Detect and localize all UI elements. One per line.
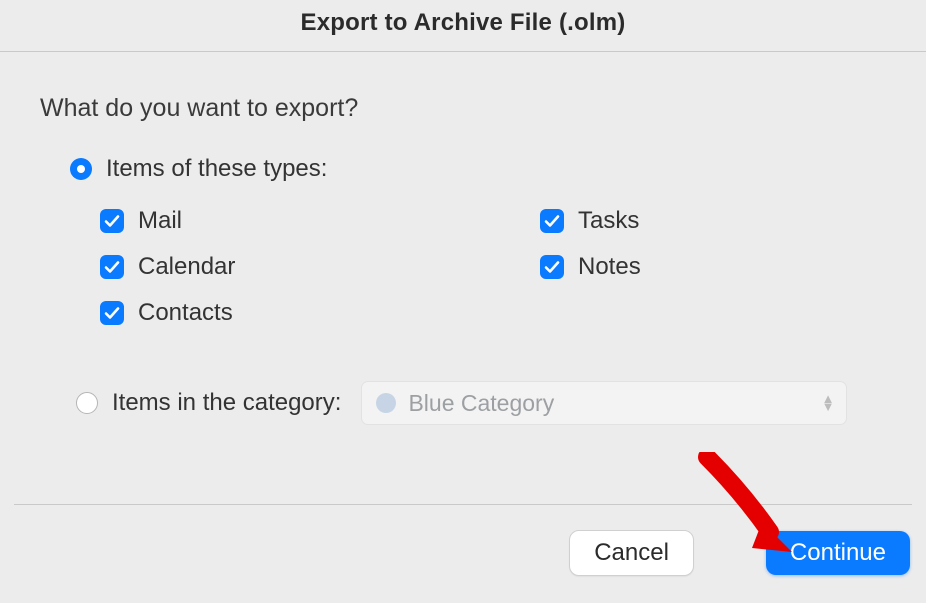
radio-option-category-row: Items in the category: Blue Category ▲▼ — [76, 381, 886, 425]
checkmark-icon — [540, 209, 564, 233]
cancel-button[interactable]: Cancel — [569, 530, 694, 576]
question-label: What do you want to export? — [40, 94, 886, 123]
checkmark-icon — [100, 301, 124, 325]
radio-icon — [70, 158, 92, 180]
radio-icon — [76, 392, 98, 414]
checkbox-calendar[interactable]: Calendar — [100, 253, 540, 281]
checkmark-icon — [100, 209, 124, 233]
checkbox-mail-label: Mail — [138, 207, 182, 235]
checkbox-tasks-label: Tasks — [578, 207, 639, 235]
radio-option-category[interactable]: Items in the category: — [76, 389, 341, 417]
dialog-content: What do you want to export? Items of the… — [0, 52, 926, 425]
checkbox-tasks[interactable]: Tasks — [540, 207, 886, 235]
dialog-buttons: Cancel Continue — [569, 530, 910, 576]
chevron-up-down-icon: ▲▼ — [822, 395, 835, 411]
types-checkbox-group: Mail Tasks Calendar Notes — [100, 207, 886, 327]
checkbox-contacts-label: Contacts — [138, 299, 233, 327]
checkbox-contacts[interactable]: Contacts — [100, 299, 540, 327]
footer-divider — [14, 504, 912, 505]
checkmark-icon — [540, 255, 564, 279]
export-dialog: Export to Archive File (.olm) What do yo… — [0, 0, 926, 603]
dialog-title: Export to Archive File (.olm) — [0, 0, 926, 52]
radio-option-types[interactable]: Items of these types: — [70, 155, 886, 183]
checkbox-notes[interactable]: Notes — [540, 253, 886, 281]
continue-button[interactable]: Continue — [766, 531, 910, 575]
category-select[interactable]: Blue Category ▲▼ — [361, 381, 847, 425]
checkbox-mail[interactable]: Mail — [100, 207, 540, 235]
checkbox-calendar-label: Calendar — [138, 253, 235, 281]
checkmark-icon — [100, 255, 124, 279]
radio-category-label: Items in the category: — [112, 389, 341, 417]
radio-types-label: Items of these types: — [106, 155, 327, 183]
checkbox-notes-label: Notes — [578, 253, 641, 281]
category-color-swatch-icon — [376, 393, 396, 413]
category-select-value: Blue Category — [408, 390, 554, 417]
